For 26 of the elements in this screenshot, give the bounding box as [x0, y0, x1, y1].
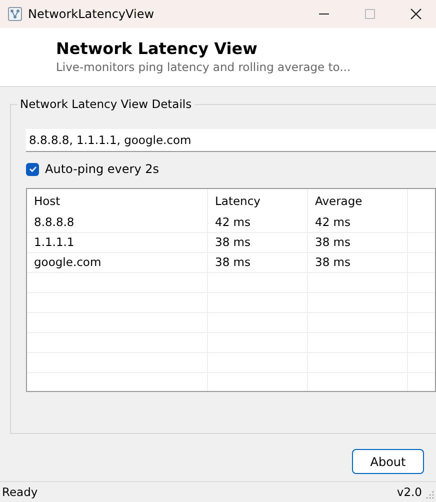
table-cell: 38 ms	[308, 253, 408, 272]
group-title: Network Latency View Details	[17, 97, 195, 111]
window-title: NetworkLatencyView	[28, 7, 154, 21]
table-cell: 42 ms	[208, 213, 308, 232]
resize-grip-icon[interactable]	[426, 491, 434, 499]
status-text: Ready	[2, 485, 38, 499]
about-button[interactable]: About	[352, 449, 424, 474]
checkbox-label: Auto-ping every 2s	[45, 162, 160, 176]
table-cell: 38 ms	[208, 253, 308, 272]
table-cell: 42 ms	[308, 213, 408, 232]
column-header[interactable]: Host	[27, 189, 208, 213]
column-header[interactable]: Latency	[208, 189, 308, 213]
header-subtitle: Live-monitors ping latency and rolling average to...	[56, 60, 352, 74]
table-cell: 38 ms	[308, 233, 408, 252]
hosts-field[interactable]: 8.8.8.8, 1.1.1.1, google.com	[26, 129, 436, 152]
checkbox[interactable]	[26, 162, 39, 176]
table-cell: 38 ms	[208, 233, 308, 252]
column-header[interactable]: Average	[308, 189, 408, 213]
version-text: v2.0	[396, 485, 422, 499]
table-cell: 8.8.8.8	[27, 213, 208, 232]
check-icon	[28, 164, 38, 174]
app-icon	[8, 7, 22, 21]
table-cell: 1.1.1.1	[27, 233, 208, 252]
close-icon[interactable]	[410, 8, 422, 20]
header-title: Network Latency View	[56, 39, 258, 58]
table-cell: google.com	[27, 253, 208, 272]
